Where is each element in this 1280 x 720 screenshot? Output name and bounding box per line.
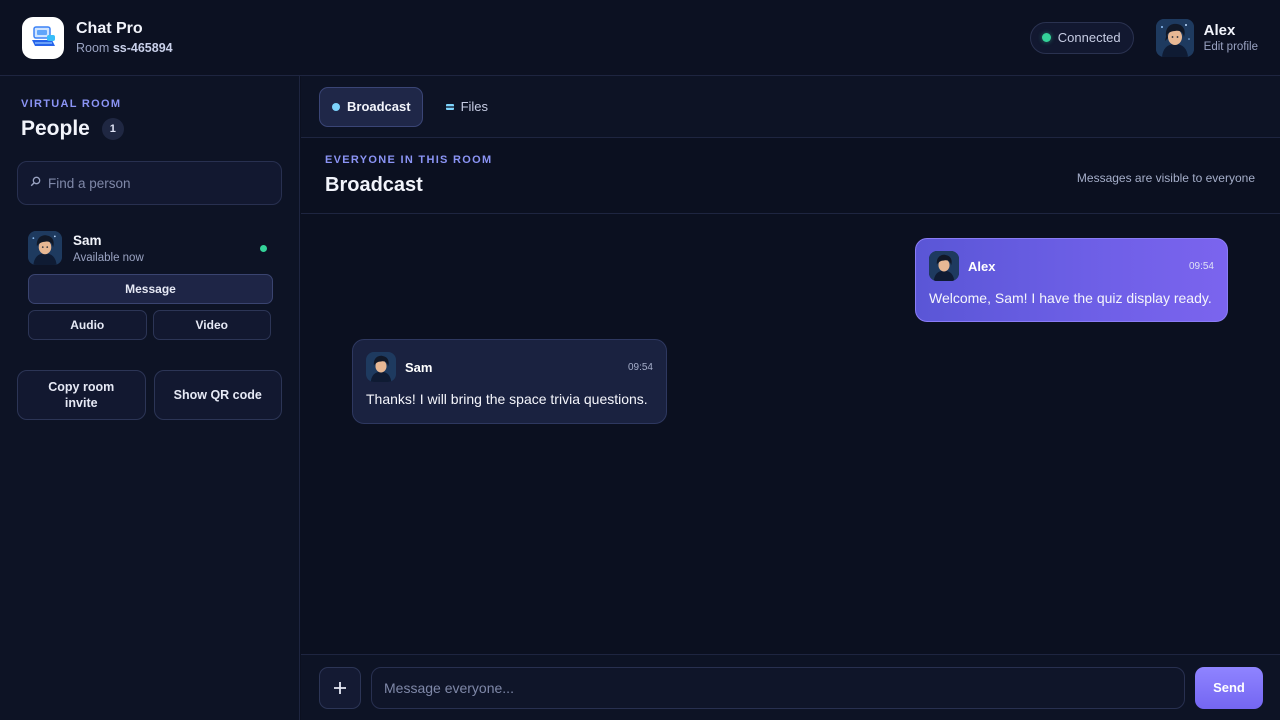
person-card: Sam Available now Message Audio Video: [17, 231, 282, 340]
message-list: Alex 09:54 Welcome, Sam! I have the quiz…: [301, 214, 1280, 654]
search-icon: [30, 174, 41, 192]
app-name: Chat Pro: [76, 20, 143, 37]
file-icon: [445, 103, 454, 110]
online-indicator-icon: [260, 244, 267, 252]
main-panel: Broadcast Files EVERYONE IN THIS ROOM Br…: [301, 76, 1280, 720]
video-call-button[interactable]: Video: [152, 310, 271, 340]
brand: Chat Pro Room ss-465894: [22, 16, 173, 59]
room-id: Room ss-465894: [76, 41, 173, 55]
laptop-chat-icon: [22, 16, 64, 59]
message-bubble: Alex 09:54 Welcome, Sam! I have the quiz…: [915, 238, 1228, 322]
attach-button[interactable]: [319, 666, 361, 709]
message-text: Welcome, Sam! I have the quiz display re…: [929, 290, 1212, 306]
message-time: 09:54: [627, 361, 653, 373]
people-sidebar: VIRTUAL ROOM People 1 Sam Av: [0, 76, 300, 720]
status-dot-icon: [1041, 33, 1051, 42]
search-box: [17, 161, 282, 205]
find-person-input[interactable]: [48, 175, 268, 191]
plus-icon: [334, 681, 346, 694]
sidebar-eyebrow: VIRTUAL ROOM: [21, 98, 122, 110]
tab-files[interactable]: Files: [433, 87, 500, 127]
send-button[interactable]: Send: [1195, 666, 1263, 709]
dot-icon: [332, 102, 340, 111]
tab-broadcast[interactable]: Broadcast: [319, 86, 423, 127]
message-time: 09:54: [1188, 260, 1214, 272]
message-author: Sam: [405, 359, 433, 375]
audio-call-button[interactable]: Audio: [28, 310, 147, 340]
message-bubble: Sam 09:54 Thanks! I will bring the space…: [352, 339, 667, 424]
edit-profile-link[interactable]: Edit profile: [1204, 41, 1258, 53]
avatar: [28, 231, 62, 265]
person-status: Available now: [73, 251, 144, 264]
top-bar: Chat Pro Room ss-465894 Connected Alex E…: [0, 0, 1280, 76]
show-qr-code-button[interactable]: Show QR code: [153, 370, 282, 420]
people-count-badge: 1: [101, 118, 124, 140]
avatar: [366, 352, 396, 382]
message-author: Alex: [968, 258, 996, 274]
profile-menu[interactable]: Alex Edit profile: [1155, 18, 1258, 57]
section-eyebrow: EVERYONE IN THIS ROOM: [325, 154, 493, 166]
user-name: Alex: [1203, 22, 1236, 39]
message-button[interactable]: Message: [28, 274, 273, 304]
sidebar-title: People: [21, 117, 90, 140]
avatar: [929, 251, 959, 281]
composer: Send: [301, 654, 1280, 720]
copy-room-invite-button[interactable]: Copy room invite: [17, 370, 146, 420]
connection-status-badge: Connected: [1029, 21, 1134, 54]
message-input[interactable]: [371, 666, 1185, 709]
section-header: EVERYONE IN THIS ROOM Broadcast Messages…: [301, 138, 1280, 214]
section-title: Broadcast: [325, 174, 423, 196]
person-name: Sam: [73, 232, 102, 248]
visibility-note: Messages are visible to everyone: [1076, 170, 1255, 185]
tab-bar: Broadcast Files: [301, 76, 1280, 138]
message-text: Thanks! I will bring the space trivia qu…: [366, 391, 648, 407]
connection-status-label: Connected: [1057, 30, 1121, 45]
avatar: [1155, 18, 1194, 57]
